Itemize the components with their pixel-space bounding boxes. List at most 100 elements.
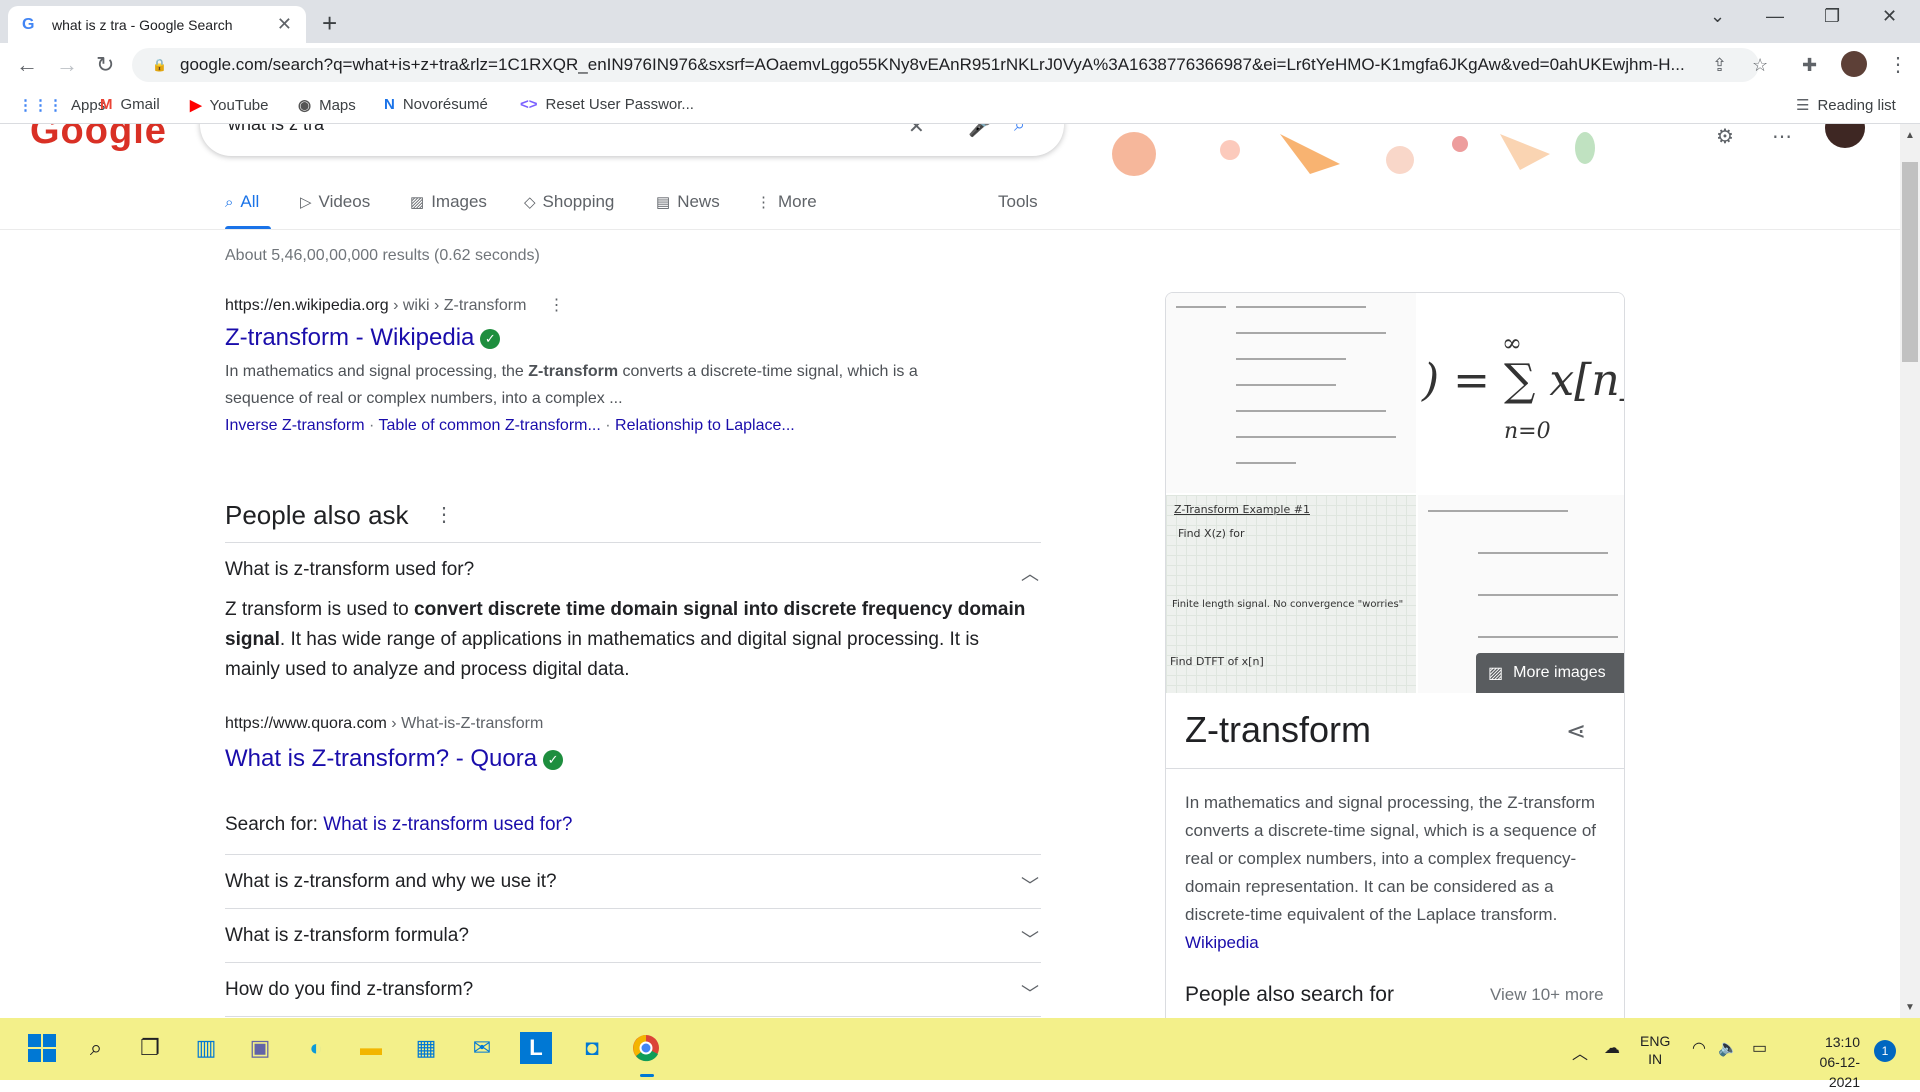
- kp-image-handwritten-example[interactable]: Z-Transform Example #1 Find X(z) for Fin…: [1166, 495, 1416, 693]
- chevron-down-icon: ﹀: [1021, 876, 1039, 896]
- onedrive-cloud-icon[interactable]: ☁: [1604, 1038, 1620, 1058]
- notification-badge[interactable]: 1: [1874, 1040, 1896, 1062]
- paa-answer: Z transform is used to convert discrete …: [225, 599, 1026, 680]
- browser-tab[interactable]: G what is z tra - Google Search ✕: [8, 6, 306, 43]
- forward-icon[interactable]: →: [56, 52, 78, 78]
- sitelink-table-of-common[interactable]: Table of common Z-transform...: [379, 417, 601, 434]
- reload-icon[interactable]: ↻: [96, 52, 114, 78]
- scroll-up-arrow-icon[interactable]: ▲: [1905, 130, 1915, 141]
- bookmark-gmail[interactable]: M Gmail: [100, 96, 160, 113]
- volume-icon[interactable]: 🔈: [1718, 1038, 1738, 1058]
- close-window-icon[interactable]: ✕: [1882, 6, 1897, 27]
- tab-news[interactable]: ▤ News: [656, 192, 720, 212]
- kp-image-derivation[interactable]: [1166, 293, 1416, 493]
- chrome-menu-icon[interactable]: ⋮: [1888, 52, 1908, 77]
- tab-shopping[interactable]: ◇ Shopping: [524, 192, 614, 212]
- tab-videos[interactable]: ▷ Videos: [300, 192, 370, 212]
- edge-icon[interactable]: ◐: [300, 1032, 332, 1064]
- code-icon: <>: [520, 96, 538, 113]
- paa-question[interactable]: What is z-transform formula? ﹀: [225, 908, 1041, 963]
- tag-icon: ◇: [524, 194, 536, 211]
- voice-search-icon[interactable]: 🎤: [968, 124, 993, 139]
- scrollbar-thumb[interactable]: [1902, 162, 1918, 362]
- result-cite[interactable]: https://en.wikipedia.org › wiki › Z-tran…: [225, 295, 564, 315]
- result-menu-icon[interactable]: ⋮: [548, 297, 564, 314]
- tools-button[interactable]: Tools: [998, 192, 1038, 212]
- paa-question-expanded[interactable]: What is z-transform used for? ︿: [225, 542, 1041, 597]
- bookmark-novoresume[interactable]: N Novorésumé: [384, 96, 488, 113]
- result-stats: About 5,46,00,00,000 results (0.62 secon…: [225, 247, 540, 264]
- kp-image-formula[interactable]: ∞ ) = ∑ x[n] n=0: [1418, 293, 1624, 493]
- tab-all[interactable]: ⌕ All: [225, 192, 259, 212]
- show-hidden-icons-chevron-icon[interactable]: ︿: [1572, 1040, 1588, 1064]
- close-tab-icon[interactable]: ✕: [277, 14, 292, 35]
- more-images-button[interactable]: ▨ More images: [1476, 653, 1624, 693]
- url-text[interactable]: google.com/search?q=what+is+z+tra&rlz=1C…: [180, 55, 1700, 75]
- search-icon[interactable]: ⌕: [80, 1032, 112, 1064]
- tab-search-chevron-icon[interactable]: ⌄: [1710, 6, 1725, 27]
- kp-image-grid[interactable]: ∞ ) = ∑ x[n] n=0 Z-Transform Example #1 …: [1166, 293, 1624, 693]
- widgets-icon[interactable]: ▥: [190, 1032, 222, 1064]
- windows-start-icon[interactable]: [26, 1032, 58, 1064]
- search-for-link[interactable]: What is z-transform used for?: [323, 814, 572, 835]
- file-explorer-icon[interactable]: ▬: [355, 1032, 387, 1064]
- outlook-icon[interactable]: ◘: [576, 1032, 608, 1064]
- bookmark-maps[interactable]: ◉ Maps: [298, 96, 356, 115]
- share-page-icon[interactable]: ⇪: [1712, 55, 1727, 76]
- maps-icon: ◉: [298, 97, 312, 114]
- search-input[interactable]: what is z tra: [228, 124, 324, 135]
- google-doodle-logo[interactable]: Google: [30, 124, 167, 153]
- l-app-icon[interactable]: L: [520, 1032, 552, 1064]
- minimize-icon[interactable]: —: [1766, 6, 1784, 27]
- news-icon: ▤: [656, 194, 671, 211]
- share-icon[interactable]: ⋖: [1566, 717, 1586, 746]
- bookmark-youtube[interactable]: ▶ YouTube: [190, 96, 269, 115]
- extensions-icon[interactable]: ✚: [1802, 55, 1817, 76]
- chrome-icon[interactable]: [630, 1032, 662, 1064]
- tab-images[interactable]: ▨ Images: [410, 192, 487, 212]
- language-indicator[interactable]: ENG IN: [1640, 1032, 1670, 1068]
- new-tab-icon[interactable]: +: [322, 8, 337, 39]
- reading-list[interactable]: ☰ Reading list: [1796, 96, 1896, 115]
- teams-chat-icon[interactable]: ▣: [244, 1032, 276, 1064]
- search-small-icon: ⌕: [225, 193, 234, 211]
- sitelink-relationship-laplace[interactable]: Relationship to Laplace...: [615, 417, 795, 434]
- battery-icon[interactable]: ▭: [1752, 1038, 1767, 1058]
- clock[interactable]: 13:10 06-12-2021: [1790, 1032, 1860, 1092]
- image-icon: ▨: [1488, 665, 1504, 682]
- page-scrollbar[interactable]: ▲ ▼: [1900, 124, 1920, 1018]
- address-bar[interactable]: 🔒 google.com/search?q=what+is+z+tra&rlz=…: [132, 48, 1759, 82]
- store-icon[interactable]: ▦: [410, 1032, 442, 1064]
- bookmark-apps[interactable]: ⋮⋮⋮ Apps: [18, 96, 105, 115]
- clear-search-icon[interactable]: ✕: [908, 124, 925, 139]
- kp-title: Z-transform: [1185, 709, 1372, 750]
- more-vert-icon: ⋮: [756, 194, 771, 211]
- wifi-icon[interactable]: ◠: [1692, 1038, 1706, 1058]
- back-icon[interactable]: ←: [16, 52, 38, 78]
- paa-menu-icon[interactable]: ⋮: [434, 502, 454, 527]
- paa-source-cite[interactable]: https://www.quora.com › What-is-Z-transf…: [225, 715, 543, 733]
- paa-search-for: Search for: What is z-transform used for…: [225, 814, 573, 835]
- bookmark-reset-password[interactable]: <> Reset User Passwor...: [520, 96, 694, 113]
- lock-icon[interactable]: 🔒: [152, 58, 167, 72]
- task-view-icon[interactable]: ❐: [134, 1032, 166, 1064]
- tab-more[interactable]: ⋮ More: [756, 192, 817, 212]
- restore-icon[interactable]: ❐: [1824, 6, 1840, 27]
- view-more-link[interactable]: View 10+ more: [1490, 985, 1604, 1005]
- search-box[interactable]: what is z tra ✕ 🎤 ⌕: [200, 124, 1064, 156]
- result-sitelinks: Inverse Z-transform · Table of common Z-…: [225, 417, 795, 434]
- paa-question[interactable]: How do you find z-transform? ﹀: [225, 962, 1041, 1017]
- result-title-link[interactable]: Z-transform - Wikipedia ✓: [225, 324, 501, 352]
- scroll-down-arrow-icon[interactable]: ▼: [1905, 1002, 1915, 1013]
- kp-wikipedia-link[interactable]: Wikipedia: [1185, 933, 1259, 952]
- search-icon[interactable]: ⌕: [1014, 124, 1025, 137]
- google-apps-icon[interactable]: ⋯: [1772, 124, 1792, 149]
- profile-avatar[interactable]: [1841, 51, 1867, 77]
- mail-icon[interactable]: ✉: [466, 1032, 498, 1064]
- settings-gear-icon[interactable]: ⚙: [1716, 124, 1734, 149]
- paa-source-title-link[interactable]: What is Z-transform? - Quora ✓: [225, 745, 564, 773]
- bookmark-star-icon[interactable]: ☆: [1752, 55, 1768, 76]
- paa-question[interactable]: What is z-transform and why we use it? ﹀: [225, 854, 1041, 909]
- sitelink-inverse-z-transform[interactable]: Inverse Z-transform: [225, 417, 365, 434]
- chevron-down-icon: ﹀: [1021, 930, 1039, 950]
